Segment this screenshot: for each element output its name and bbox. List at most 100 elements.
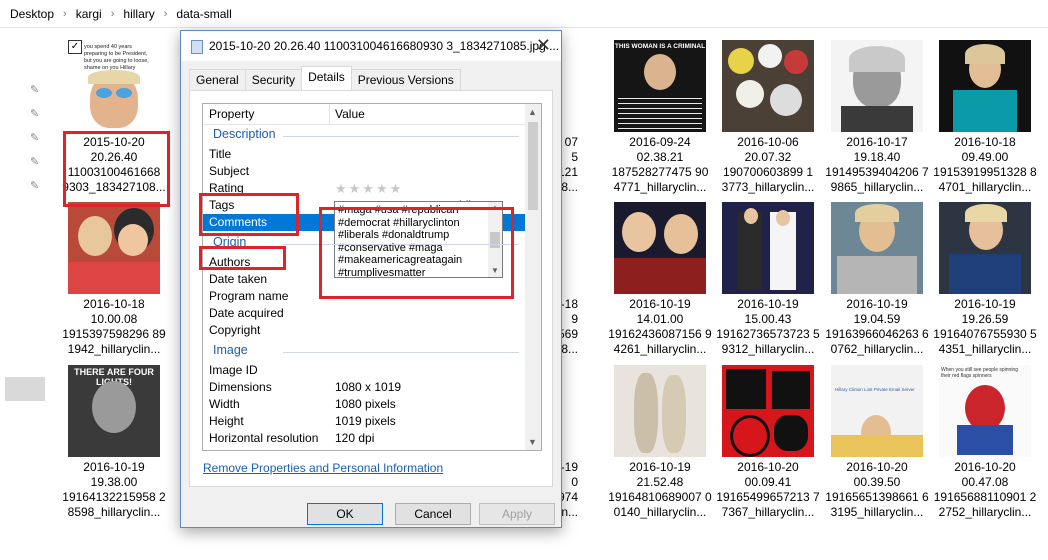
tab-previous-versions[interactable]: Previous Versions — [350, 69, 461, 90]
file-tile[interactable]: 2016-10-19 15.00.43 19162736573723 5 9312_h… — [716, 202, 820, 360]
file-thumbnail[interactable] — [722, 40, 814, 132]
file-thumbnail[interactable] — [939, 202, 1031, 294]
file-caption[interactable]: 2016-10-18 09.49.00 19153919951328 8 4701_h… — [933, 135, 1037, 195]
property-row-copyright[interactable]: Copyright — [203, 322, 525, 339]
pin-icon[interactable]: ✎ — [30, 84, 42, 96]
highlight-authors — [199, 246, 286, 270]
scroll-down-icon[interactable]: ▼ — [528, 437, 537, 447]
file-caption[interactable]: 2016-10-18 10.00.08 1915397598296 89 1942_h… — [62, 297, 166, 357]
file-tile[interactable]: 2016-10-19 21.52.48 19164810689007 0 0140_h… — [608, 365, 712, 523]
file-caption[interactable]: 2016-10-19 14.01.00 19162436087156 9 4261_h… — [608, 297, 712, 357]
property-row-dimensions[interactable]: Dimensions 1080 x 1019 — [203, 379, 525, 396]
file-thumbnail[interactable] — [614, 365, 706, 457]
file-tile[interactable]: 2016-10-19 14.01.00 19162436087156 9 4261_h… — [608, 202, 712, 360]
file-caption[interactable]: 2016-09-24 02.38.21 187528277475 90 4771_hi… — [608, 135, 712, 195]
apply-button[interactable]: Apply — [479, 503, 555, 525]
property-row-image-id[interactable]: Image ID — [203, 362, 525, 379]
property-row-vertical-resolution[interactable]: Vertical resolution 120 dpi — [203, 447, 525, 450]
file-tile[interactable]: 2016-10-18 10.00.08 1915397598296 89 1942_h… — [62, 202, 166, 360]
remove-properties-link[interactable]: Remove Properties and Personal Informati… — [203, 461, 443, 475]
file-time: 15.00.43 — [744, 312, 792, 326]
file-caption[interactable]: 2016-10-19 15.00.43 19162736573723 5 9312_h… — [716, 297, 820, 357]
file-date: 2016-10-19 — [954, 297, 1016, 311]
file-tile[interactable]: 2016-10-06 20.07.32 190700603899 1 3773_hil… — [716, 40, 820, 198]
file-thumbnail[interactable]: THERE ARE FOUR LIGHTS! — [68, 365, 160, 457]
file-tile[interactable]: 2016-10-20 00.09.41 19165499657213 7 7367_h… — [716, 365, 820, 523]
file-thumbnail[interactable]: THIS WOMAN IS A CRIMINAL — [614, 40, 706, 132]
file-caption[interactable]: 2016-10-06 20.07.32 190700603899 1 3773_hil… — [716, 135, 820, 195]
property-row-horizontal-resolution[interactable]: Horizontal resolution 120 dpi — [203, 430, 525, 447]
file-caption[interactable]: 2016-10-20 00.39.50 19165651398661 6 3195_h… — [825, 460, 929, 520]
property-row-date-acquired[interactable]: Date acquired — [203, 305, 525, 322]
file-id: 19163966046263 6 — [825, 327, 929, 341]
file-tile[interactable]: 2016-10-18 09.49.00 19153919951328 8 4701_h… — [933, 40, 1037, 198]
column-property[interactable]: Property — [209, 107, 254, 121]
file-tile[interactable]: THERE ARE FOUR LIGHTS!2016-10-1919.38.00… — [62, 365, 166, 523]
breadcrumb-desktop[interactable]: Desktop — [10, 7, 54, 21]
pin-icon[interactable]: ✎ — [30, 180, 42, 192]
tab-security[interactable]: Security — [244, 69, 303, 90]
pin-icon[interactable]: ✎ — [30, 156, 42, 168]
cancel-button[interactable]: Cancel — [395, 503, 471, 525]
file-caption[interactable]: 2016-10-19 19.04.59 19163966046263 6 0762_h… — [825, 297, 929, 357]
file-caption[interactable]: 2016-10-20 00.47.08 19165688110901 2 2752_h… — [933, 460, 1037, 520]
file-caption[interactable]: 2016-10-20 00.09.41 19165499657213 7 7367_h… — [716, 460, 820, 520]
file-thumbnail[interactable] — [614, 202, 706, 294]
file-thumbnail[interactable] — [939, 40, 1031, 132]
breadcrumb-kargi[interactable]: kargi — [76, 7, 102, 21]
file-id: 19153919951328 8 — [933, 165, 1037, 179]
file-caption[interactable]: 2016-10-19 21.52.48 19164810689007 0 0140_h… — [608, 460, 712, 520]
ok-button[interactable]: OK — [307, 503, 383, 525]
pin-icon[interactable]: ✎ — [30, 108, 42, 120]
file-thumbnail[interactable]: Hillary Clinton Lost Private Email Serve… — [831, 365, 923, 457]
property-value[interactable]: 1019 pixels — [335, 413, 501, 430]
tab-general[interactable]: General — [189, 69, 246, 90]
file-name-tail: 3773_hillaryclin... — [721, 180, 815, 194]
dialog-title: 2015-10-20 20.26.40 110031004616680930 3… — [209, 39, 560, 53]
rating-stars-icon[interactable]: ★★★★★ — [335, 180, 403, 197]
pin-icon[interactable]: ✎ — [30, 132, 42, 144]
file-time: 14.01.00 — [636, 312, 684, 326]
file-tile[interactable]: THIS WOMAN IS A CRIMINAL 2016-09-24 02.38.… — [608, 40, 712, 198]
breadcrumb-hillary[interactable]: hillary — [123, 7, 154, 21]
scrollbar-thumb[interactable] — [528, 122, 538, 210]
file-thumbnail[interactable]: When you still see people spinning their… — [939, 365, 1031, 457]
file-thumbnail[interactable] — [831, 202, 923, 294]
file-thumbnail[interactable] — [722, 202, 814, 294]
property-list-scrollbar[interactable]: ▲ ▼ — [525, 104, 541, 450]
property-row-subject[interactable]: Subject — [203, 163, 525, 180]
scroll-up-icon[interactable]: ▲ — [528, 107, 537, 117]
nav-selected-item[interactable] — [5, 377, 45, 401]
property-name: Horizontal resolution — [209, 431, 319, 445]
breadcrumb-data-small[interactable]: data-small — [176, 7, 231, 21]
file-id: 19149539404206 7 — [825, 165, 929, 179]
selection-checkbox[interactable]: ✓ — [68, 40, 82, 54]
column-value[interactable]: Value — [335, 107, 365, 121]
file-caption[interactable]: 2016-10-19 19.38.00 19164132215958 2 8598_h… — [62, 460, 166, 520]
property-value[interactable]: 120 dpi — [335, 447, 501, 450]
file-name-tail: 8598_hillaryclin... — [67, 505, 161, 519]
file-tile[interactable]: Hillary Clinton Lost Private Email Serve… — [825, 365, 929, 523]
file-tile[interactable]: 2016-10-17 19.18.40 19149539404206 7 9865_h… — [825, 40, 929, 198]
file-caption[interactable]: 2016-10-17 19.18.40 19149539404206 7 9865_h… — [825, 135, 929, 195]
file-thumbnail[interactable] — [831, 40, 923, 132]
property-row-width[interactable]: Width 1080 pixels — [203, 396, 525, 413]
file-tile[interactable]: 2016-10-19 19.26.59 19164076755930 5 4351_h… — [933, 202, 1037, 360]
file-date: 2016-10-20 — [954, 460, 1016, 474]
property-value[interactable]: 1080 pixels — [335, 396, 501, 413]
property-value[interactable]: 1080 x 1019 — [335, 379, 501, 396]
property-row-title[interactable]: Title — [203, 146, 525, 163]
file-date: 2016-10-06 — [737, 135, 799, 149]
file-tile[interactable]: When you still see people spinning their… — [933, 365, 1037, 523]
tab-details[interactable]: Details — [301, 66, 352, 90]
close-icon[interactable]: ✕ — [536, 36, 551, 54]
property-row-height[interactable]: Height 1019 pixels — [203, 413, 525, 430]
property-name: Copyright — [209, 323, 261, 337]
file-date: 2016-10-19 — [83, 460, 145, 474]
file-thumbnail[interactable] — [68, 202, 160, 294]
file-thumbnail[interactable] — [722, 365, 814, 457]
dialog-titlebar[interactable]: 2015-10-20 20.26.40 110031004616680930 3… — [181, 31, 561, 61]
property-value[interactable]: 120 dpi — [335, 430, 501, 447]
file-tile[interactable]: 2016-10-19 19.04.59 19163966046263 6 0762_h… — [825, 202, 929, 360]
file-caption[interactable]: 2016-10-19 19.26.59 19164076755930 5 4351_h… — [933, 297, 1037, 357]
